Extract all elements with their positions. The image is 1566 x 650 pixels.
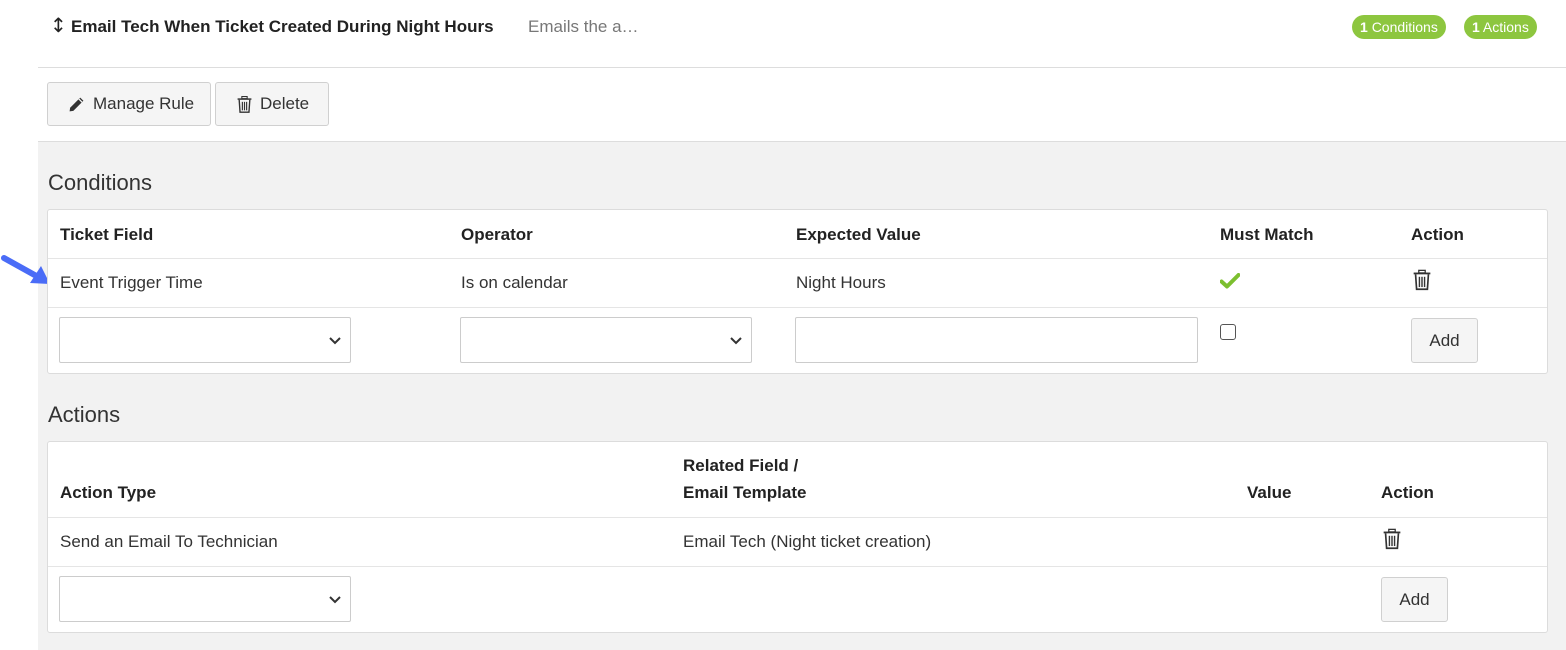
col-action-type: Action Type	[60, 483, 157, 502]
manage-rule-button[interactable]: Manage Rule	[47, 82, 211, 126]
annotation-arrow-icon	[1, 255, 50, 284]
operator-select[interactable]	[460, 317, 752, 363]
sort-arrows-icon[interactable]: ↕	[50, 14, 67, 36]
conditions-heading: Conditions	[48, 170, 152, 195]
add-condition-button[interactable]: Add	[1411, 318, 1478, 363]
col-action: Action	[1381, 483, 1434, 502]
row-divider	[48, 307, 1547, 308]
chevron-down-icon	[730, 337, 742, 345]
rule-title: Email Tech When Ticket Created During Ni…	[71, 17, 494, 36]
related-field-value: Email Tech (Night ticket creation)	[683, 532, 932, 551]
rule-description: Emails the a…	[528, 17, 639, 36]
delete-rule-label: Delete	[260, 94, 310, 113]
col-value: Value	[1247, 483, 1292, 502]
rule-toolbar: Manage Rule Delete	[38, 68, 1566, 142]
checkmark-icon	[1220, 273, 1240, 289]
condition-expected-value: Night Hours	[796, 273, 886, 292]
row-divider	[48, 566, 1547, 567]
actions-heading: Actions	[48, 402, 121, 427]
row-divider	[48, 258, 1547, 259]
trash-icon[interactable]	[1383, 528, 1401, 550]
expected-value-input[interactable]	[795, 317, 1198, 363]
condition-ticket-field: Event Trigger Time	[60, 273, 203, 292]
conditions-table: Ticket Field Operator Expected Value Mus…	[47, 209, 1548, 374]
col-operator: Operator	[461, 225, 533, 244]
row-divider	[48, 517, 1547, 518]
col-expected-value: Expected Value	[796, 225, 921, 244]
col-ticket-field: Ticket Field	[60, 225, 154, 244]
action-type-value: Send an Email To Technician	[60, 532, 278, 551]
conditions-count: 1	[1360, 19, 1368, 35]
conditions-badge-label: Conditions	[1371, 19, 1438, 35]
trash-icon[interactable]	[1413, 269, 1431, 291]
col-must-match: Must Match	[1220, 225, 1314, 244]
ticket-field-select[interactable]	[59, 317, 351, 363]
col-related-field-line2: Email Template	[683, 483, 807, 502]
chevron-down-icon	[329, 337, 341, 345]
actions-badge-label: Actions	[1482, 19, 1529, 35]
delete-rule-button[interactable]: Delete	[215, 82, 329, 126]
action-type-select[interactable]	[59, 576, 351, 622]
condition-operator: Is on calendar	[461, 273, 568, 292]
col-related-field-line1: Related Field /	[683, 456, 799, 475]
manage-rule-label: Manage Rule	[93, 94, 195, 113]
must-match-checkbox[interactable]	[1220, 324, 1236, 340]
add-action-button[interactable]: Add	[1381, 577, 1448, 622]
actions-table: Action Type Related Field / Email Templa…	[47, 441, 1548, 633]
conditions-count-badge: 1 Conditions	[1352, 15, 1446, 39]
trash-icon	[237, 95, 252, 113]
col-related-field: Related Field / Email Template	[683, 452, 806, 506]
actions-count: 1	[1472, 19, 1480, 35]
chevron-down-icon	[329, 596, 341, 604]
col-action: Action	[1411, 225, 1464, 244]
actions-count-badge: 1 Actions	[1464, 15, 1537, 39]
pencil-icon	[69, 97, 84, 111]
rule-header[interactable]: ↕ Email Tech When Ticket Created During …	[0, 0, 1566, 67]
